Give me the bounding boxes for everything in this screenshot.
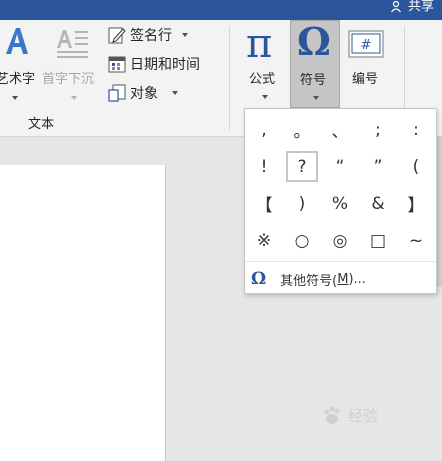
symbol-cell[interactable]: ) — [283, 185, 321, 222]
share-button[interactable]: 共享 — [391, 0, 434, 14]
equation-label[interactable]: 公式 — [249, 68, 275, 87]
omega-icon: Ω — [297, 19, 331, 65]
equation-glyph: π — [246, 21, 273, 67]
equation-pi-icon[interactable]: π — [246, 22, 272, 66]
symbol-grid: ,。、;:!? “”( 【)% &】 ※ ○ ◎ □ ~ — [245, 111, 436, 259]
symbol-cell[interactable]: ; — [359, 111, 397, 148]
symbol-cell[interactable]: ~ — [397, 222, 435, 259]
symbol-cell[interactable]: □ — [359, 222, 397, 259]
title-bar: 共享 — [0, 0, 442, 20]
number-glyph: # — [361, 38, 372, 53]
number-hash-icon[interactable]: # — [348, 30, 384, 64]
object-icon — [108, 84, 126, 102]
object-dropdown-icon[interactable] — [172, 91, 178, 95]
symbol-cell[interactable]: ( — [397, 148, 435, 185]
more-symbols-button[interactable]: Ω 其他符号(M)... — [251, 267, 366, 291]
symbol-cell[interactable]: 【 — [245, 185, 283, 222]
symbol-cell[interactable]: , — [245, 111, 283, 148]
signature-line-button[interactable]: 签名行 — [108, 25, 188, 45]
watermark-text: 经验 — [348, 407, 379, 425]
symbol-glyph: Ω — [297, 19, 331, 64]
object-label: 对象 — [130, 86, 158, 102]
share-label: 共享 — [407, 0, 434, 14]
symbol-cell[interactable]: ” — [359, 148, 397, 185]
wordart-label[interactable]: 艺术字 — [0, 68, 35, 87]
datetime-label: 日期和时间 — [130, 57, 200, 73]
popup-divider — [245, 261, 436, 262]
more-symbols-suffix: )... — [348, 271, 366, 287]
dropcap-label: 首字下沉 — [42, 72, 95, 87]
signature-icon — [108, 26, 126, 44]
symbol-cell[interactable]: : — [397, 111, 435, 148]
signature-dropdown-icon[interactable] — [182, 33, 188, 37]
symbol-button[interactable]: Ω 符号 — [290, 19, 340, 108]
more-symbols-hotkey: M — [337, 271, 349, 287]
symbol-label: 符号 — [300, 73, 327, 88]
group-text-label: 文本 — [28, 117, 55, 132]
signature-label: 签名行 — [130, 28, 172, 44]
more-symbols-label: 其他符号( — [280, 273, 338, 289]
omega-small-icon: Ω — [251, 269, 267, 289]
symbol-cell[interactable]: 】 — [397, 185, 435, 222]
paw-icon — [324, 406, 340, 424]
scrollbar[interactable] — [437, 137, 442, 287]
dropcap-dropdown-icon — [71, 96, 77, 100]
symbol-cell[interactable]: 、 — [321, 111, 359, 148]
document-page[interactable] — [0, 165, 166, 461]
symbol-cell[interactable]: “ — [321, 148, 359, 185]
group-separator — [229, 26, 230, 130]
symbol-cell[interactable]: ◎ — [321, 222, 359, 259]
number-label[interactable]: 编号 — [352, 68, 378, 87]
symbol-gallery-popup: ,。、;:!? “”( 【)% &】 ※ ○ ◎ □ ~ Ω 其他符号(M)... — [244, 108, 437, 294]
equation-dropdown-icon[interactable] — [262, 95, 268, 99]
symbol-cell[interactable]: ※ — [245, 222, 283, 259]
wordart-dropdown-icon[interactable] — [12, 96, 18, 100]
symbol-cell[interactable]: & — [359, 185, 397, 222]
symbol-cell[interactable]: 。 — [283, 111, 321, 148]
dropcap-icon — [56, 26, 90, 62]
symbol-cell[interactable]: ! — [245, 148, 283, 185]
datetime-button[interactable]: 日期和时间 — [108, 54, 200, 74]
symbol-dropdown-icon — [313, 96, 319, 100]
wordart-icon[interactable] — [4, 26, 30, 60]
calendar-icon — [108, 55, 126, 73]
symbol-cell[interactable]: ? — [286, 151, 318, 182]
symbol-cell[interactable]: ○ — [283, 222, 321, 259]
share-person-icon — [391, 1, 401, 13]
object-button[interactable]: 对象 — [108, 83, 178, 103]
watermark: 经验 — [322, 405, 378, 426]
symbol-cell[interactable]: % — [321, 185, 359, 222]
